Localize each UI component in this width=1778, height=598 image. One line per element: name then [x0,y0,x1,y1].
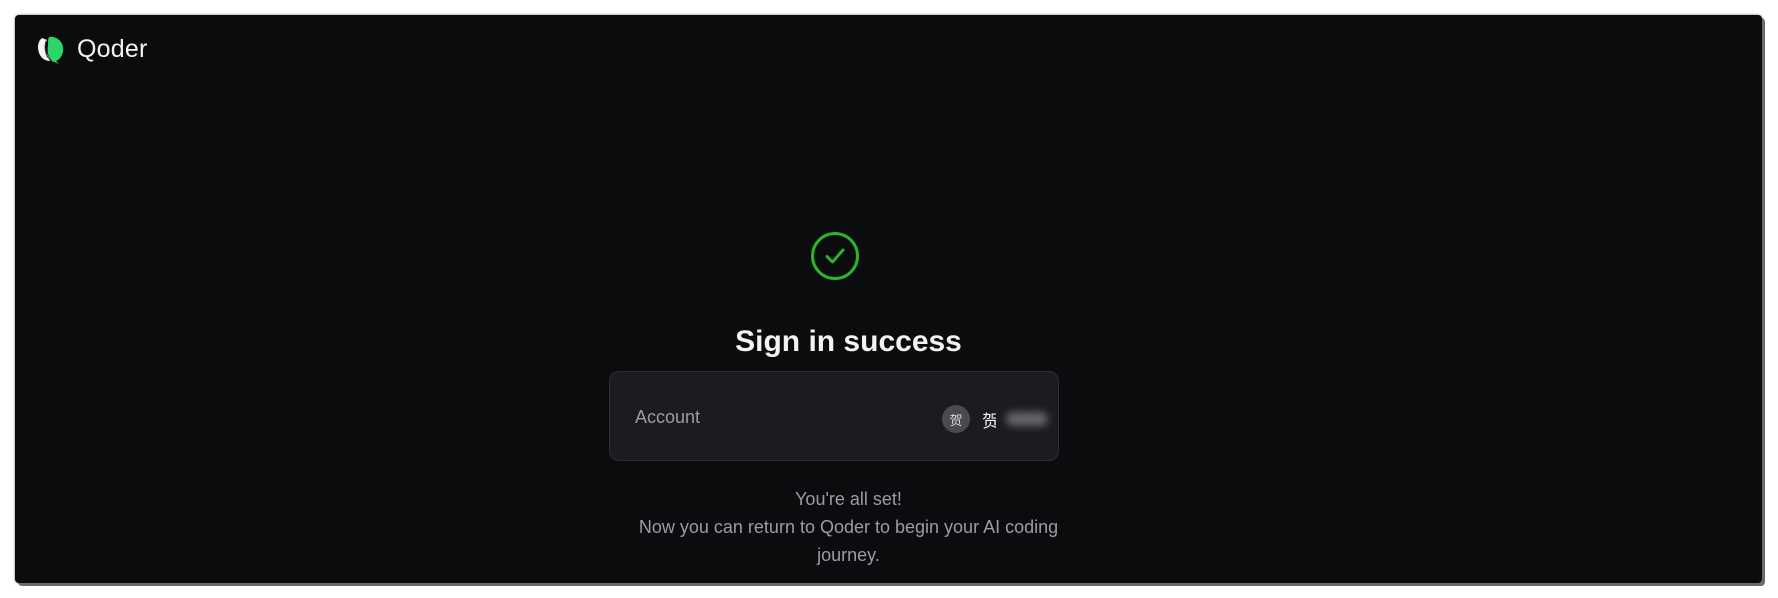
account-name-blur [996,403,1058,435]
message-line1: You're all set! [795,489,902,509]
account-name: 贺 [982,399,1058,439]
success-message: You're all set! Now you can return to Qo… [15,485,1682,569]
avatar: 贺 [942,405,970,433]
app-window: Qoder Sign in success Account 贺 贺 You're… [15,15,1762,583]
check-circle-icon [811,232,859,280]
account-value: 贺 贺 [942,399,1058,439]
message-line2: Now you can return to Qoder to begin you… [638,517,1059,565]
account-card: Account 贺 贺 [609,371,1059,461]
main-content: Sign in success Account 贺 贺 You're all s… [15,15,1762,583]
page-title: Sign in success [735,325,962,358]
account-label: Account [635,407,701,427]
